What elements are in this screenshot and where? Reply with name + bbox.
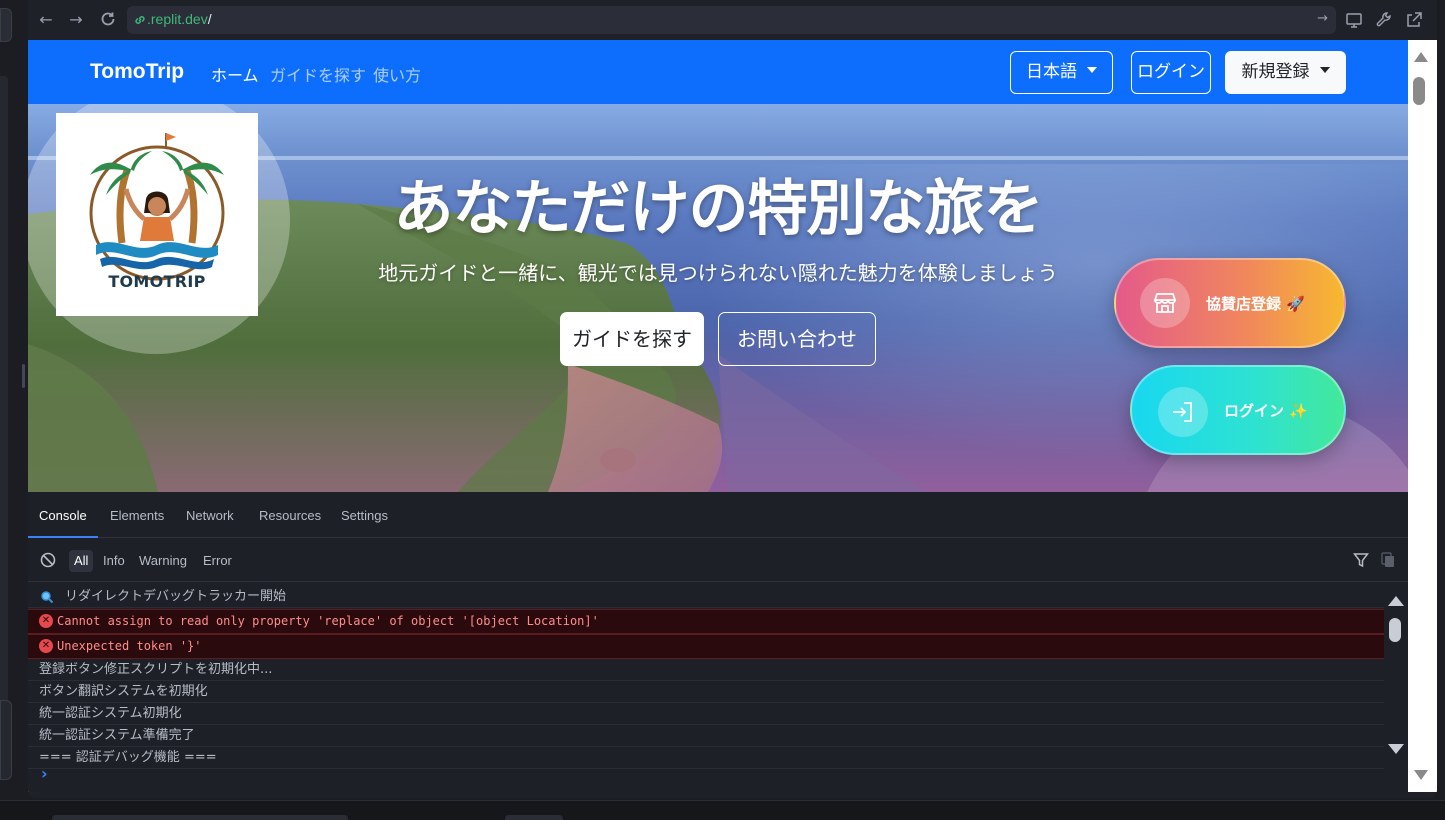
- log-text: Unexpected token '}': [57, 639, 202, 653]
- scroll-up-icon[interactable]: [1388, 596, 1404, 606]
- url-input[interactable]: .replit.dev/ →: [127, 6, 1336, 34]
- register-label: 新規登録: [1241, 62, 1310, 82]
- forward-icon[interactable]: →: [66, 10, 86, 30]
- reload-icon[interactable]: [98, 10, 118, 30]
- hero-title: あなただけの特別な旅を: [393, 174, 1044, 244]
- caret-down-icon: [1319, 67, 1330, 73]
- scroll-down-icon[interactable]: [1414, 770, 1428, 780]
- ide-bottom-item[interactable]: [52, 815, 348, 820]
- login-fab-label: ログイン ✨: [1224, 402, 1308, 420]
- link-icon: [135, 16, 145, 24]
- console-log: リダイレクトデバッグトラッカー開始 ✕ Cannot assign to rea…: [28, 582, 1384, 792]
- url-path: /: [207, 11, 212, 27]
- tab-network[interactable]: Network: [186, 508, 234, 523]
- ide-bottom-item[interactable]: [505, 815, 563, 820]
- copy-icon[interactable]: [1381, 552, 1395, 568]
- back-icon[interactable]: ←: [36, 10, 56, 30]
- log-entry-error: ✕ Unexpected token '}': [28, 634, 1384, 659]
- url-domain: .replit.dev: [147, 11, 208, 27]
- error-icon: ✕: [39, 614, 53, 628]
- caret-down-icon: [1087, 67, 1097, 73]
- log-entry: 統一認証システム初期化: [28, 703, 1384, 725]
- sponsor-register-fab[interactable]: 協賛店登録 🚀: [1114, 258, 1346, 348]
- browser-window: ← → .replit.dev/ → TomoTrip ホーム ガイドを探す 使…: [28, 0, 1437, 798]
- go-icon[interactable]: →: [1317, 11, 1328, 26]
- devtools-wrench-icon[interactable]: [1374, 10, 1394, 30]
- ide-panel-tab[interactable]: [0, 8, 12, 42]
- magnifier-icon: [41, 591, 54, 604]
- brand-logo-text[interactable]: TomoTrip: [90, 60, 184, 84]
- console-scrollbar[interactable]: [1384, 582, 1408, 792]
- login-fab[interactable]: ログイン ✨: [1130, 365, 1346, 455]
- hero-section: TOMOTRIP あなただけの特別な旅を 地元ガイドと一緒に、観光では見つけられ…: [28, 104, 1408, 492]
- tab-settings[interactable]: Settings: [341, 508, 388, 523]
- filter-funnel-icon[interactable]: [1353, 552, 1369, 568]
- filter-all[interactable]: All: [69, 550, 94, 572]
- console-filter-bar: All Info Warning Error: [28, 538, 1408, 582]
- filter-error[interactable]: Error: [203, 550, 232, 572]
- scroll-thumb[interactable]: [1389, 618, 1401, 642]
- tab-resources[interactable]: Resources: [259, 508, 321, 523]
- filter-info[interactable]: Info: [103, 550, 125, 572]
- devtools-tabs: Console Elements Network Resources Setti…: [28, 492, 1408, 538]
- scroll-thumb[interactable]: [1413, 77, 1425, 105]
- tab-elements[interactable]: Elements: [110, 508, 164, 523]
- storefront-icon: [1140, 278, 1190, 328]
- device-preview-icon[interactable]: [1344, 10, 1364, 30]
- scroll-down-icon[interactable]: [1388, 744, 1404, 754]
- log-entry: 登録ボタン修正スクリプトを初期化中...: [28, 659, 1384, 681]
- nav-link-home[interactable]: ホーム: [211, 62, 259, 86]
- sponsor-register-label: 協賛店登録 🚀: [1206, 295, 1305, 313]
- log-entry: ボタン翻訳システムを初期化: [28, 681, 1384, 703]
- language-dropdown-button[interactable]: 日本語: [1010, 51, 1113, 94]
- log-entry: === 認証デバッグ機能 ===: [28, 747, 1384, 769]
- url-bar: ← → .replit.dev/ →: [28, 0, 1437, 40]
- clear-console-icon[interactable]: [40, 552, 56, 568]
- site-navbar: TomoTrip ホーム ガイドを探す 使い方 日本語 ログイン 新規登録: [28, 40, 1408, 104]
- error-icon: ✕: [39, 639, 53, 653]
- log-entry: リダイレクトデバッグトラッカー開始: [28, 586, 1384, 608]
- language-label: 日本語: [1026, 62, 1077, 82]
- console-prompt-icon[interactable]: ›: [41, 766, 53, 782]
- tab-console[interactable]: Console: [39, 508, 87, 523]
- contact-button[interactable]: お問い合わせ: [718, 312, 876, 366]
- filter-warning[interactable]: Warning: [139, 550, 187, 572]
- register-dropdown-button[interactable]: 新規登録: [1225, 51, 1346, 94]
- log-entry: 統一認証システム準備完了: [28, 725, 1384, 747]
- log-text: Cannot assign to read only property 'rep…: [57, 614, 599, 628]
- nav-link-how-to[interactable]: 使い方: [373, 62, 421, 86]
- log-text: リダイレクトデバッグトラッカー開始: [65, 589, 287, 604]
- devtools-panel: Console Elements Network Resources Setti…: [28, 492, 1408, 792]
- ide-side-strip: [0, 76, 8, 780]
- resize-handle[interactable]: [22, 364, 25, 388]
- ide-bottom-bar: [0, 800, 1445, 820]
- login-button[interactable]: ログイン: [1131, 51, 1211, 94]
- page-scrollbar[interactable]: [1408, 40, 1437, 792]
- scroll-up-icon[interactable]: [1414, 52, 1428, 62]
- ide-panel-tab-lower[interactable]: [0, 700, 12, 780]
- ide-left-rail: [0, 0, 28, 800]
- find-guide-button[interactable]: ガイドを探す: [560, 312, 704, 366]
- log-entry-error: ✕ Cannot assign to read only property 'r…: [28, 609, 1384, 634]
- open-external-icon[interactable]: [1404, 10, 1424, 30]
- page-viewport: TomoTrip ホーム ガイドを探す 使い方 日本語 ログイン 新規登録 TO…: [28, 40, 1408, 792]
- nav-link-find-guide[interactable]: ガイドを探す: [270, 62, 366, 86]
- sign-in-icon: [1158, 387, 1208, 437]
